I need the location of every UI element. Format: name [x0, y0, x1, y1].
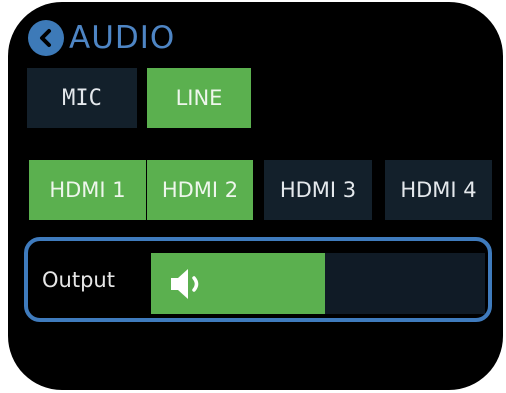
- hdmi-3-button[interactable]: HDMI 3: [264, 160, 372, 220]
- output-volume-row: Output: [24, 237, 492, 322]
- mic-button[interactable]: MIC: [27, 68, 137, 128]
- hdmi-2-button[interactable]: HDMI 2: [147, 160, 253, 220]
- hdmi-1-button[interactable]: HDMI 1: [29, 160, 146, 220]
- output-label: Output: [42, 268, 115, 292]
- hdmi-4-button[interactable]: HDMI 4: [385, 160, 492, 220]
- header: AUDIO: [28, 16, 175, 60]
- chevron-left-icon: [40, 29, 51, 47]
- volume-fill: [151, 253, 325, 314]
- speaker-icon: [171, 269, 199, 299]
- audio-screen: AUDIO MIC LINE HDMI 1 HDMI 2 HDMI 3 HDMI…: [8, 2, 503, 390]
- output-volume-slider[interactable]: [151, 253, 485, 314]
- line-button[interactable]: LINE: [147, 68, 251, 128]
- page-title: AUDIO: [69, 19, 176, 56]
- back-button[interactable]: [28, 20, 64, 56]
